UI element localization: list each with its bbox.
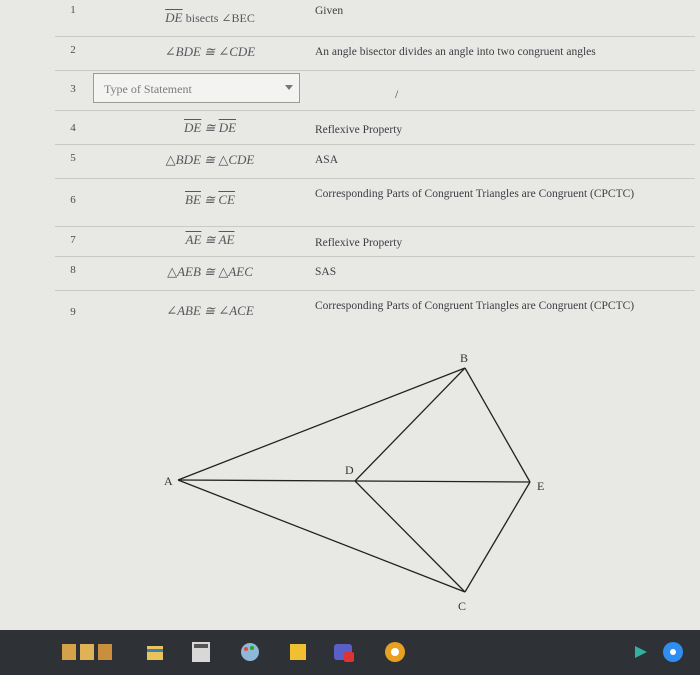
paint-icon[interactable] xyxy=(238,640,262,664)
row-number: 3 xyxy=(70,83,76,95)
row-number: 6 xyxy=(70,194,76,206)
reason-1: Given xyxy=(315,5,344,17)
label-E: E xyxy=(537,479,544,493)
file-explorer-icon[interactable] xyxy=(145,640,165,664)
segment-CD xyxy=(354,480,466,593)
row-number: 4 xyxy=(70,122,76,134)
table-row: 9 ∠ABE ≅ ∠ACE Corresponding Parts of Con… xyxy=(55,290,695,340)
proof-table: 1 DE bisects ∠BEC Given 2 ∠BDE ≅ ∠CDE An… xyxy=(55,0,695,340)
segment-AB xyxy=(177,367,466,481)
row-number: 5 xyxy=(70,152,76,164)
chrome-icon[interactable] xyxy=(382,640,408,664)
table-row: 2 ∠BDE ≅ ∠CDE An angle bisector divides … xyxy=(55,36,695,71)
chevron-down-icon[interactable] xyxy=(285,85,293,90)
row-number: 8 xyxy=(70,264,76,276)
table-row: 5 △BDE ≅ △CDE ASA xyxy=(55,144,695,179)
row-number: 9 xyxy=(70,306,76,318)
statement-6: BE ≅ CE xyxy=(185,192,235,207)
reason-8: SAS xyxy=(315,266,337,278)
segment-AE xyxy=(177,479,531,483)
segment-BD xyxy=(354,367,466,482)
taskbar xyxy=(0,630,700,675)
label-D: D xyxy=(345,463,354,477)
statement-type-dropdown[interactable]: Type of Statement xyxy=(93,73,300,103)
dropdown-placeholder: Type of Statement xyxy=(104,82,192,96)
teams-icon[interactable] xyxy=(330,640,356,664)
app-tiles-icon[interactable] xyxy=(60,640,120,664)
label-C: C xyxy=(458,599,466,613)
table-row: 8 △AEB ≅ △AEC SAS xyxy=(55,256,695,291)
geometry-figure: B A D E C xyxy=(164,351,544,613)
sticky-notes-icon[interactable] xyxy=(288,640,308,664)
row-number: 2 xyxy=(70,44,76,56)
statement-4: DE ≅ DE xyxy=(183,120,237,135)
statement-9: ∠ABE ≅ ∠ACE xyxy=(166,303,254,318)
dropbox-icon[interactable] xyxy=(662,640,684,664)
statement-1: DE bisects ∠BEC xyxy=(165,10,255,25)
vpn-icon[interactable] xyxy=(632,640,650,664)
reason-6: Corresponding Parts of Congruent Triangl… xyxy=(315,188,635,200)
segment-AC xyxy=(177,479,466,593)
worksheet: 1 DE bisects ∠BEC Given 2 ∠BDE ≅ ∠CDE An… xyxy=(0,0,700,630)
label-A: A xyxy=(164,474,173,488)
row-number: 7 xyxy=(70,234,76,246)
segment-BE xyxy=(464,367,531,483)
segment-CE xyxy=(464,481,531,593)
reason-7: Reflexive Property xyxy=(315,237,403,249)
label-B: B xyxy=(460,351,468,365)
calculator-icon[interactable] xyxy=(190,640,212,664)
statement-5: △BDE ≅ △CDE xyxy=(165,152,255,167)
statement-7: AE ≅ AE xyxy=(185,232,235,247)
reason-5: ASA xyxy=(315,154,339,166)
table-row: 4 DE ≅ DE Reflexive Property xyxy=(55,110,695,145)
statement-2: ∠BDE ≅ ∠CDE xyxy=(164,44,256,59)
reason-4: Reflexive Property xyxy=(315,124,403,136)
reason-2: An angle bisector divides an angle into … xyxy=(315,46,596,58)
statement-8: △AEB ≅ △AEC xyxy=(167,264,253,279)
reason-9: Corresponding Parts of Congruent Triangl… xyxy=(315,300,635,312)
table-row: 6 BE ≅ CE Corresponding Parts of Congrue… xyxy=(55,178,695,227)
table-row: 1 DE bisects ∠BEC Given xyxy=(55,0,695,37)
reason-3: / xyxy=(395,89,399,101)
row-number: 1 xyxy=(70,4,76,16)
table-row: 7 AE ≅ AE Reflexive Property xyxy=(55,226,695,257)
